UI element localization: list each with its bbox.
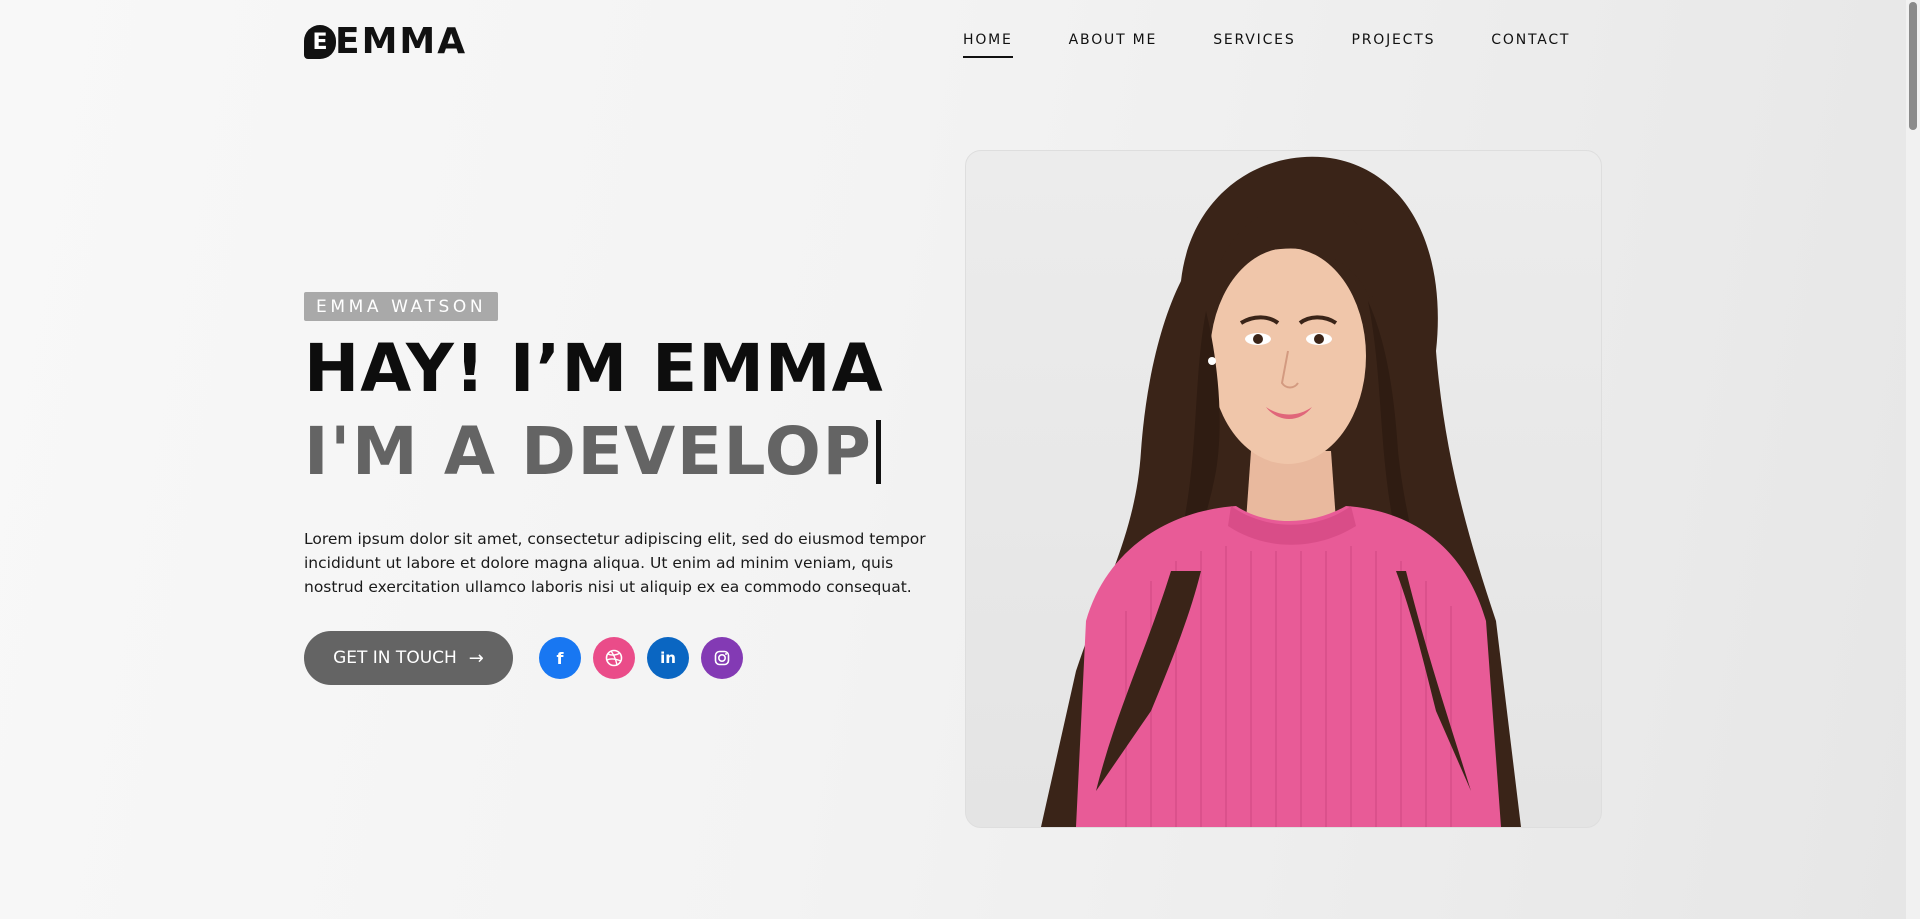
nav-item-home[interactable]: HOME bbox=[954, 26, 1022, 58]
main-nav: HOME ABOUT ME SERVICES PROJECTS CONTACT bbox=[954, 26, 1617, 58]
logo[interactable]: E EMMA bbox=[304, 22, 467, 62]
nav-item-projects[interactable]: PROJECTS bbox=[1343, 26, 1445, 58]
nav-item-about-me[interactable]: ABOUT ME bbox=[1060, 26, 1167, 58]
get-in-touch-button[interactable]: GET IN TOUCH → bbox=[304, 631, 513, 685]
hero-intro: EMMA WATSON HAY! I’M EMMA I'M A DEVELOP … bbox=[304, 292, 944, 685]
typing-subtitle: I'M A DEVELOP bbox=[304, 409, 944, 495]
linkedin-icon[interactable]: in bbox=[647, 637, 689, 679]
dribbble-glyph bbox=[605, 649, 623, 667]
instagram-glyph bbox=[714, 650, 730, 666]
hero-description: Lorem ipsum dolor sit amet, consectetur … bbox=[304, 530, 926, 596]
logo-text: EMMA bbox=[335, 21, 468, 62]
arrow-right-icon: → bbox=[468, 647, 484, 669]
site-header: E EMMA HOME ABOUT ME SERVICES PROJECTS C… bbox=[0, 0, 1906, 84]
portrait-illustration bbox=[1041, 156, 1521, 827]
facebook-glyph: f bbox=[556, 648, 564, 668]
facebook-icon[interactable]: f bbox=[539, 637, 581, 679]
linkedin-glyph: in bbox=[660, 649, 676, 667]
nav-item-contact[interactable]: CONTACT bbox=[1482, 26, 1579, 58]
name-tag: EMMA WATSON bbox=[304, 292, 499, 321]
scrollbar[interactable] bbox=[1906, 0, 1920, 919]
logo-mark: E bbox=[304, 25, 336, 59]
cta-label: GET IN TOUCH bbox=[333, 648, 457, 668]
scrollbar-thumb[interactable] bbox=[1909, 2, 1917, 130]
typing-cursor bbox=[875, 420, 881, 484]
social-links: f in bbox=[539, 637, 743, 679]
hero-actions: GET IN TOUCH → f in bbox=[304, 631, 944, 685]
dribbble-icon[interactable] bbox=[593, 637, 635, 679]
profile-photo bbox=[965, 150, 1602, 828]
hero-title: HAY! I’M EMMA bbox=[304, 330, 884, 407]
typing-text: I'M A DEVELOP bbox=[304, 413, 873, 490]
instagram-icon[interactable] bbox=[701, 637, 743, 679]
nav-item-services[interactable]: SERVICES bbox=[1204, 26, 1304, 58]
